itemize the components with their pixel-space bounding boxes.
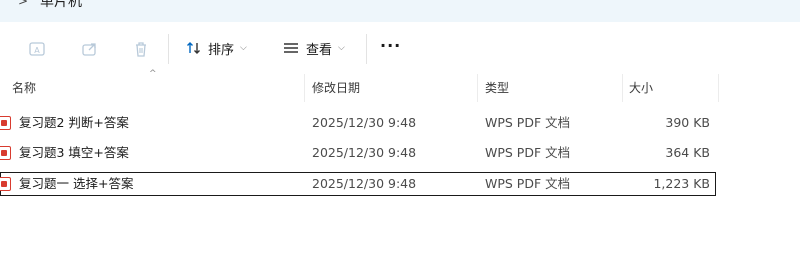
view-icon bbox=[284, 43, 298, 53]
chevron-right-icon[interactable]: > bbox=[18, 0, 28, 8]
column-divider[interactable] bbox=[622, 74, 623, 102]
file-row-focused[interactable]: 复习题一 选择+答案 2025/12/30 9:48 WPS PDF 文档 1,… bbox=[0, 172, 716, 196]
file-type: WPS PDF 文档 bbox=[485, 145, 571, 160]
column-header-size[interactable]: 大小 bbox=[629, 74, 653, 102]
file-size: 364 KB bbox=[665, 145, 710, 160]
file-size: 1,223 KB bbox=[653, 176, 710, 191]
column-header-name[interactable]: 名称 bbox=[12, 74, 36, 102]
file-type: WPS PDF 文档 bbox=[485, 115, 571, 130]
pdf-file-icon bbox=[0, 146, 11, 160]
column-header-row: ^ 名称 修改日期 类型 大小 bbox=[0, 69, 800, 102]
file-row[interactable]: 复习题3 填空+答案 2025/12/30 9:48 WPS PDF 文档 36… bbox=[0, 141, 716, 165]
breadcrumb[interactable]: 单片机 bbox=[40, 0, 82, 11]
delete-icon[interactable] bbox=[131, 39, 151, 59]
file-row[interactable]: 复习题2 判断+答案 2025/12/30 9:48 WPS PDF 文档 39… bbox=[0, 111, 716, 135]
pdf-file-icon bbox=[0, 116, 11, 130]
file-modified: 2025/12/30 9:48 bbox=[312, 176, 417, 191]
chevron-down-icon: ⌵ bbox=[338, 43, 345, 53]
toolbar-divider bbox=[168, 34, 169, 64]
file-size: 390 KB bbox=[665, 115, 710, 130]
column-divider[interactable] bbox=[477, 74, 478, 102]
file-name: 复习题2 判断+答案 bbox=[19, 115, 129, 130]
command-bar: A 排序 ⌵ 查看 ⌵ ··· bbox=[0, 22, 800, 74]
more-options-button[interactable]: ··· bbox=[380, 36, 401, 55]
file-type: WPS PDF 文档 bbox=[485, 176, 571, 191]
column-header-modified[interactable]: 修改日期 bbox=[312, 74, 360, 102]
file-modified: 2025/12/30 9:48 bbox=[312, 115, 417, 130]
view-label: 查看 bbox=[306, 42, 333, 58]
file-name: 复习题3 填空+答案 bbox=[19, 145, 129, 160]
column-divider[interactable] bbox=[304, 74, 305, 102]
pdf-file-icon bbox=[0, 177, 11, 191]
column-header-type[interactable]: 类型 bbox=[485, 74, 509, 102]
file-name: 复习题一 选择+答案 bbox=[19, 176, 134, 191]
file-modified: 2025/12/30 9:48 bbox=[312, 145, 417, 160]
column-divider[interactable] bbox=[718, 74, 719, 102]
svg-text:A: A bbox=[34, 46, 40, 55]
chevron-down-icon: ⌵ bbox=[240, 43, 247, 53]
sort-ascending-icon: ^ bbox=[149, 69, 157, 79]
toolbar-divider bbox=[366, 34, 367, 64]
sort-label: 排序 bbox=[208, 42, 235, 58]
rename-icon[interactable]: A bbox=[27, 39, 47, 59]
view-button[interactable]: 查看 ⌵ bbox=[282, 35, 345, 61]
share-icon[interactable] bbox=[80, 39, 100, 59]
address-bar[interactable]: > 单片机 bbox=[0, 0, 800, 23]
sort-icon bbox=[187, 42, 200, 54]
sort-button[interactable]: 排序 ⌵ bbox=[186, 35, 247, 61]
